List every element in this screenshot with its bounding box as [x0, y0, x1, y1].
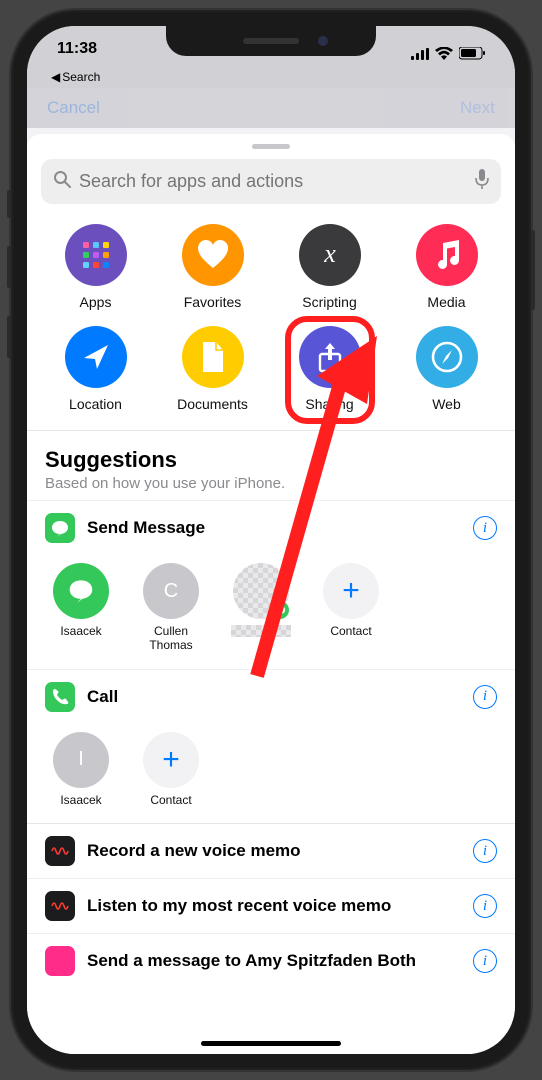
- voice-memo-icon: [45, 891, 75, 921]
- contact-item[interactable]: C Cullen Thomas: [135, 563, 207, 653]
- category-label: Web: [432, 396, 461, 412]
- message-contacts: Isaacek C Cullen Thomas + Contact: [27, 555, 515, 669]
- notch: [166, 26, 376, 56]
- screen: 11:38 ◀ Search Cancel Next: [27, 26, 515, 1054]
- search-input[interactable]: [79, 171, 467, 192]
- back-label: Search: [62, 70, 100, 84]
- contact-item[interactable]: + Contact: [315, 563, 387, 653]
- category-documents[interactable]: Documents: [154, 326, 271, 412]
- category-location[interactable]: Location: [37, 326, 154, 412]
- script-icon: x: [299, 224, 361, 286]
- music-icon: [416, 224, 478, 286]
- home-indicator[interactable]: [201, 1041, 341, 1046]
- contact-name: Contact: [150, 794, 191, 808]
- document-icon: [182, 326, 244, 388]
- suggestion-title: Listen to my most recent voice memo: [87, 896, 461, 916]
- category-label: Sharing: [305, 396, 353, 412]
- cancel-button[interactable]: Cancel: [47, 98, 100, 118]
- message-icon: [45, 513, 75, 543]
- add-contact-icon[interactable]: +: [143, 732, 199, 788]
- wifi-icon: [435, 47, 453, 64]
- category-scripting[interactable]: x Scripting: [271, 224, 388, 310]
- search-icon: [53, 170, 71, 193]
- info-button[interactable]: i: [473, 685, 497, 709]
- category-label: Location: [69, 396, 122, 412]
- search-field[interactable]: [41, 159, 501, 204]
- next-button[interactable]: Next: [460, 98, 495, 118]
- apps-icon: [65, 224, 127, 286]
- contact-avatar: C: [143, 563, 199, 619]
- compass-icon: [416, 326, 478, 388]
- contact-name: Isaacek: [60, 625, 101, 639]
- contact-item[interactable]: + Contact: [135, 732, 207, 808]
- contact-avatar: [53, 563, 109, 619]
- heart-icon: [182, 224, 244, 286]
- suggestion-row[interactable]: Send a message to Amy Spitzfaden Both i: [27, 933, 515, 988]
- signal-icon: [411, 47, 429, 64]
- contact-name: Isaacek: [60, 794, 101, 808]
- category-favorites[interactable]: Favorites: [154, 224, 271, 310]
- action-sheet: Apps Favorites x Scripting Media Location Docu…: [27, 134, 515, 1054]
- phone-icon: [45, 682, 75, 712]
- svg-text:x: x: [323, 240, 336, 268]
- suggestion-title: Record a new voice memo: [87, 841, 461, 861]
- add-contact-icon[interactable]: +: [323, 563, 379, 619]
- category-label: Scripting: [302, 294, 356, 310]
- status-icons: [411, 40, 485, 70]
- category-apps[interactable]: Apps: [37, 224, 154, 310]
- location-icon: [65, 326, 127, 388]
- voice-memo-icon: [45, 946, 75, 976]
- category-sharing[interactable]: Sharing: [271, 326, 388, 412]
- category-label: Favorites: [184, 294, 242, 310]
- call-title: Call: [87, 687, 461, 707]
- back-to-search[interactable]: ◀ Search: [27, 70, 515, 88]
- category-label: Media: [427, 294, 465, 310]
- send-message-title: Send Message: [87, 518, 461, 538]
- contact-name: Contact: [330, 625, 371, 639]
- suggestions-header: Suggestions Based on how you use your iP…: [27, 430, 515, 500]
- info-button[interactable]: i: [473, 894, 497, 918]
- share-icon: [299, 326, 361, 388]
- sheet-grabber[interactable]: [252, 144, 290, 149]
- suggestion-row[interactable]: Listen to my most recent voice memo i: [27, 878, 515, 933]
- contact-name: Cullen Thomas: [135, 625, 207, 653]
- voice-memo-icon: [45, 836, 75, 866]
- info-button[interactable]: i: [473, 516, 497, 540]
- send-message-row[interactable]: Send Message i: [27, 500, 515, 555]
- chevron-left-icon: ◀: [51, 70, 60, 84]
- battery-icon: [459, 47, 485, 64]
- suggestion-title: Send a message to Amy Spitzfaden Both: [87, 951, 461, 971]
- contact-avatar: I: [53, 732, 109, 788]
- suggestions-title: Suggestions: [45, 447, 497, 473]
- contact-item[interactable]: [225, 563, 297, 653]
- category-label: Apps: [80, 294, 112, 310]
- contact-item[interactable]: Isaacek: [45, 563, 117, 653]
- category-label: Documents: [177, 396, 248, 412]
- highlight-ring: Sharing: [285, 316, 375, 424]
- suggestions-subtitle: Based on how you use your iPhone.: [45, 475, 497, 492]
- status-time: 11:38: [57, 40, 97, 70]
- category-media[interactable]: Media: [388, 224, 505, 310]
- info-button[interactable]: i: [473, 949, 497, 973]
- category-web[interactable]: Web: [388, 326, 505, 412]
- underlying-nav: Cancel Next: [27, 88, 515, 128]
- mic-icon[interactable]: [475, 169, 489, 194]
- phone-frame: 11:38 ◀ Search Cancel Next: [11, 10, 531, 1070]
- suggestion-row[interactable]: Record a new voice memo i: [27, 823, 515, 878]
- contact-name: [231, 625, 291, 637]
- category-grid: Apps Favorites x Scripting Media Location Docu…: [27, 218, 515, 430]
- info-button[interactable]: i: [473, 839, 497, 863]
- contact-avatar: [233, 563, 289, 619]
- call-row[interactable]: Call i: [27, 669, 515, 724]
- contact-item[interactable]: I Isaacek: [45, 732, 117, 808]
- call-contacts: I Isaacek + Contact: [27, 724, 515, 824]
